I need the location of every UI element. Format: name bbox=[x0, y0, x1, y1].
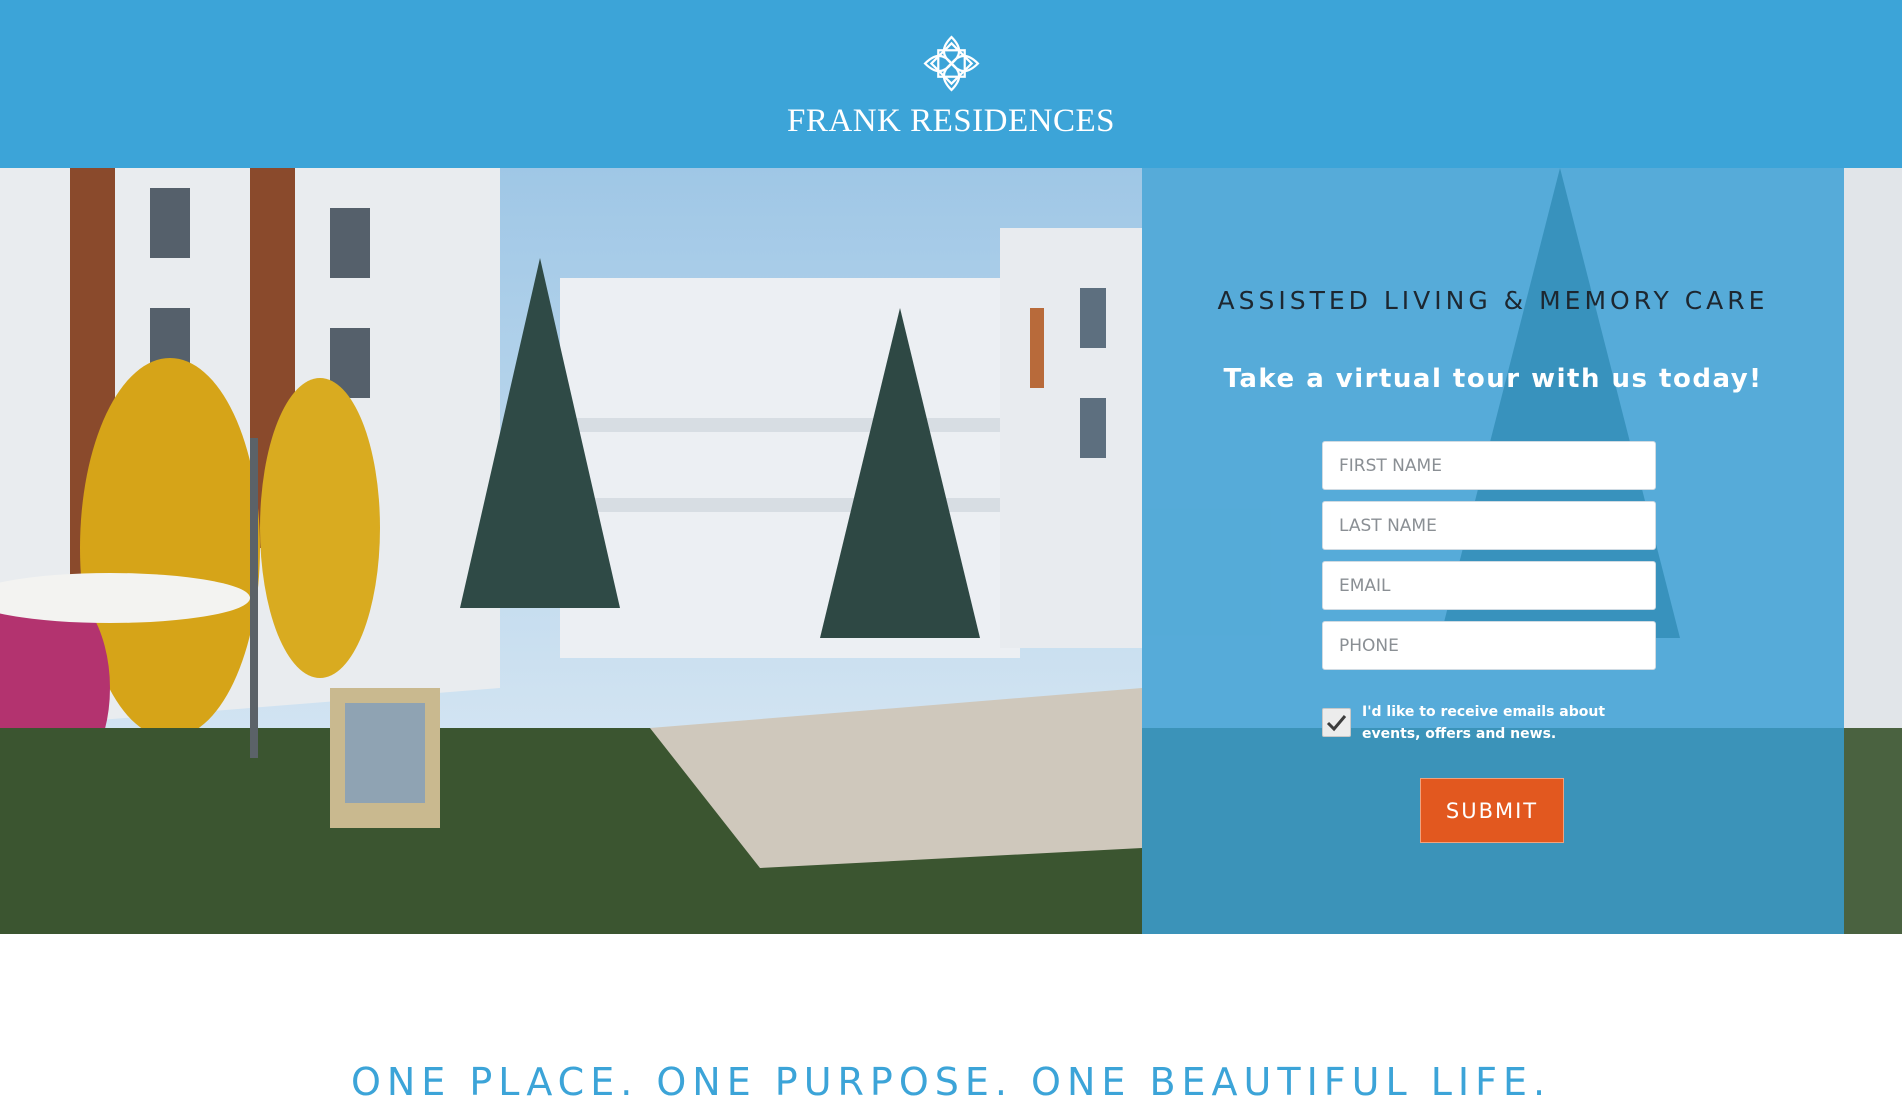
submit-button[interactable]: SUBMIT bbox=[1420, 778, 1564, 843]
brand-name[interactable]: FRANK RESIDENCES bbox=[0, 103, 1902, 140]
email-input[interactable] bbox=[1322, 561, 1656, 610]
consent-label: I'd like to receive emails about events,… bbox=[1362, 704, 1606, 742]
checkmark-icon bbox=[1326, 715, 1347, 732]
form-subheading: Take a virtual tour with us today! bbox=[1223, 364, 1763, 394]
form-heading: ASSISTED LIVING & MEMORY CARE bbox=[1217, 286, 1769, 315]
tour-form-panel: ASSISTED LIVING & MEMORY CARE Take a vir… bbox=[1142, 168, 1844, 934]
consent-checkbox[interactable] bbox=[1322, 708, 1351, 737]
flower-logo-icon[interactable] bbox=[921, 33, 982, 94]
first-name-input[interactable] bbox=[1322, 441, 1656, 490]
tagline-heading: ONE PLACE. ONE PURPOSE. ONE BEAUTIFUL LI… bbox=[350, 1060, 1552, 1104]
phone-input[interactable] bbox=[1322, 621, 1656, 670]
site-header: FRANK RESIDENCES bbox=[0, 0, 1902, 168]
last-name-input[interactable] bbox=[1322, 501, 1656, 550]
